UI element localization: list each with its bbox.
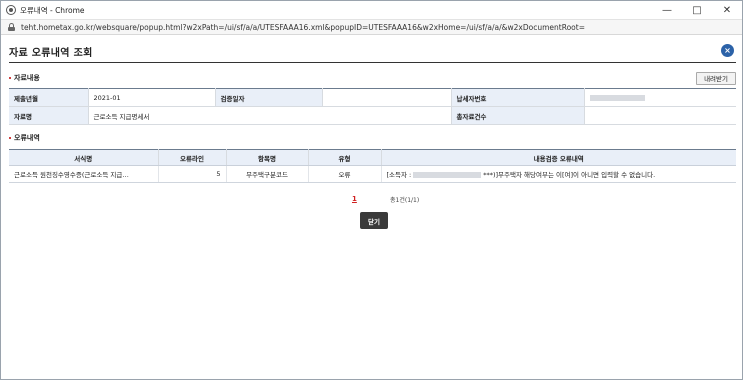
label-submit-month: 제출년월 bbox=[9, 88, 89, 107]
error-section-header: 오류내역 bbox=[9, 131, 736, 145]
cell-type: 오류 bbox=[308, 165, 382, 183]
download-button[interactable]: 내려받기 bbox=[696, 71, 736, 85]
info-row: 자료명 근로소득 지급명세서 총자료건수 bbox=[9, 106, 736, 125]
close-button[interactable]: 닫기 bbox=[360, 212, 388, 229]
error-table: 서식명 오류라인 항목명 유형 내용검증 오류내역 근로소득 원천징수영수증(근… bbox=[9, 149, 736, 183]
label-verify-date: 검증일자 bbox=[215, 88, 323, 107]
header-type: 유형 bbox=[308, 149, 382, 166]
lock-icon bbox=[8, 23, 15, 31]
value-verify-date bbox=[322, 88, 452, 107]
maximize-button[interactable]: □ bbox=[682, 1, 712, 19]
table-row[interactable]: 근로소득 원천징수영수증(근로소득 지급… 5 무주택구분코드 오류 [소득자 … bbox=[9, 165, 736, 183]
close-window-button[interactable]: ✕ bbox=[712, 1, 742, 19]
page-title: 자료 오류내역 조회 bbox=[9, 48, 93, 59]
label-total-count: 총자료건수 bbox=[451, 106, 585, 125]
detail-suffix: ***)]무주택자 해당여부는 이[여]이 아니면 입력할 수 없습니다. bbox=[483, 171, 656, 179]
bullet-icon bbox=[9, 137, 11, 139]
header-item-name: 항목명 bbox=[226, 149, 309, 166]
data-info-table: 제출년월 2021-01 검증일자 납세자번호 자료명 근로소득 지급명세서 총… bbox=[9, 88, 736, 125]
close-icon[interactable]: × bbox=[721, 44, 734, 57]
footer: 닫기 bbox=[9, 205, 736, 235]
pagination: 1 총1건(1/1) bbox=[9, 193, 736, 205]
address-bar[interactable]: teht.hometax.go.kr/websquare/popup.html?… bbox=[1, 19, 742, 35]
header-form-name: 서식명 bbox=[9, 149, 159, 166]
header-error-detail: 내용검증 오류내역 bbox=[381, 149, 736, 166]
page-number-link[interactable]: 1 bbox=[352, 195, 357, 203]
popup-content: 자료 오류내역 조회 × 자료내용 내려받기 제출년월 2021-01 검증일자… bbox=[9, 41, 736, 235]
title-bar: 오류내역 - Chrome — □ ✕ bbox=[1, 1, 742, 19]
minimize-button[interactable]: — bbox=[652, 1, 682, 19]
value-total-count bbox=[584, 106, 736, 125]
data-section-title-text: 자료내용 bbox=[14, 74, 40, 82]
window-title: 오류내역 - Chrome bbox=[20, 5, 85, 15]
total-count: 총1건(1/1) bbox=[390, 196, 420, 204]
chrome-icon bbox=[6, 5, 16, 15]
data-section-title: 자료내용 bbox=[9, 73, 40, 83]
cell-form-name: 근로소득 원천징수영수증(근로소득 지급… bbox=[9, 165, 159, 183]
error-section-title-text: 오류내역 bbox=[14, 134, 40, 142]
window-controls: — □ ✕ bbox=[652, 1, 742, 19]
detail-prefix: [소득자 : bbox=[386, 171, 412, 179]
cell-item-name: 무주택구분코드 bbox=[226, 165, 309, 183]
url-text: teht.hometax.go.kr/websquare/popup.html?… bbox=[21, 22, 585, 32]
value-data-name: 근로소득 지급명세서 bbox=[88, 106, 452, 125]
masked-value bbox=[413, 172, 482, 178]
cell-error-line: 5 bbox=[158, 165, 227, 183]
masked-value bbox=[589, 94, 645, 101]
header-error-line: 오류라인 bbox=[158, 149, 227, 166]
value-taxpayer-number bbox=[584, 88, 736, 107]
info-row: 제출년월 2021-01 검증일자 납세자번호 bbox=[9, 88, 736, 107]
error-section-title: 오류내역 bbox=[9, 133, 40, 143]
cell-error-detail: [소득자 : ***)]무주택자 해당여부는 이[여]이 아니면 입력할 수 없습… bbox=[381, 165, 736, 183]
bullet-icon bbox=[9, 77, 11, 79]
error-table-header: 서식명 오류라인 항목명 유형 내용검증 오류내역 bbox=[9, 149, 736, 166]
label-taxpayer-number: 납세자번호 bbox=[451, 88, 585, 107]
label-data-name: 자료명 bbox=[9, 106, 89, 125]
data-section-header: 자료내용 내려받기 bbox=[9, 71, 736, 85]
page-header: 자료 오류내역 조회 × bbox=[9, 41, 736, 63]
popup-window: 오류내역 - Chrome — □ ✕ teht.hometax.go.kr/w… bbox=[0, 0, 743, 380]
value-submit-month: 2021-01 bbox=[88, 88, 216, 107]
